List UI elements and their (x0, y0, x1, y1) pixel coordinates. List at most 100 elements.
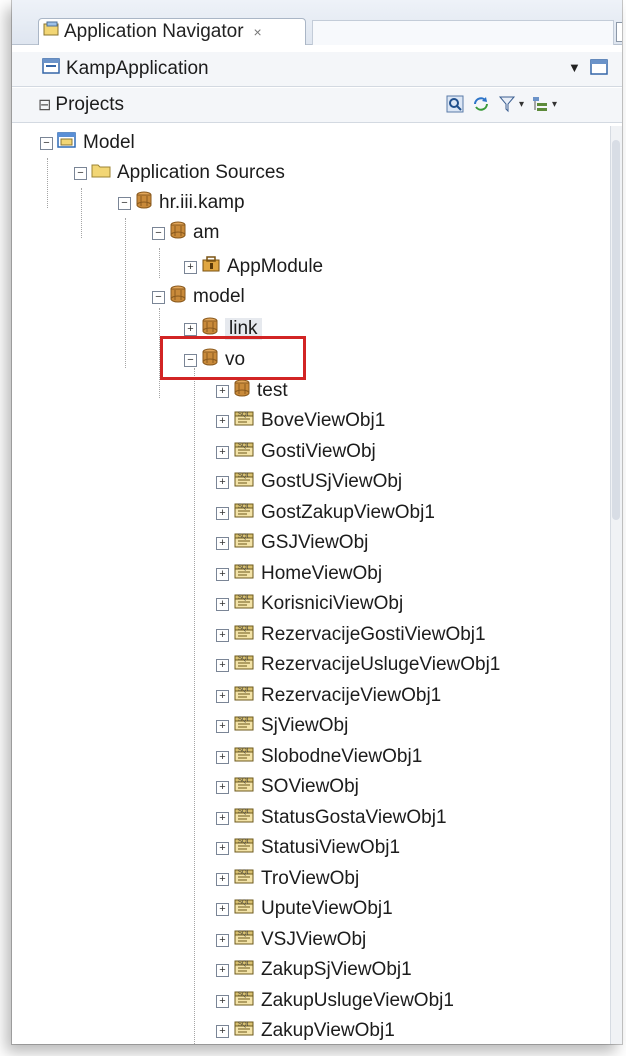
expand-toggle-icon[interactable]: + (216, 658, 229, 672)
collapse-toggle-icon[interactable]: − (40, 136, 53, 150)
expand-toggle-icon[interactable]: + (216, 536, 229, 550)
collapse-toggle-icon[interactable]: − (152, 290, 165, 304)
working-sets-icon[interactable] (530, 94, 550, 114)
tree-node-package-hr-iii-kamp[interactable]: − hr.iii.kamp (118, 188, 245, 218)
tree-node-view-object[interactable]: + SQL GostUSjViewObj (216, 467, 402, 497)
package-icon (135, 191, 153, 215)
view-object-label: GostUSjViewObj (261, 471, 403, 492)
view-object-icon: SQL (233, 440, 255, 464)
expand-toggle-icon[interactable]: + (216, 841, 229, 855)
filter-icon[interactable] (497, 94, 517, 114)
expand-toggle-icon[interactable]: + (216, 750, 229, 764)
tree-node-package-test[interactable]: + test (216, 376, 288, 406)
expand-toggle-icon[interactable]: + (184, 260, 197, 274)
minimize-icon[interactable] (616, 22, 622, 42)
svg-text:SQL: SQL (238, 778, 251, 784)
package-icon (169, 285, 187, 309)
search-icon[interactable] (445, 94, 465, 114)
view-object-icon: SQL (233, 745, 255, 769)
expand-toggle-icon[interactable]: + (216, 902, 229, 916)
application-icon (42, 57, 60, 81)
view-object-icon: SQL (233, 653, 255, 677)
tree-node-view-object[interactable]: + SQL RezervacijeViewObj1 (216, 681, 441, 711)
svg-text:SQL: SQL (238, 412, 251, 418)
expand-toggle-icon[interactable]: + (216, 994, 229, 1008)
view-object-icon: SQL (233, 958, 255, 982)
view-object-icon: SQL (233, 989, 255, 1013)
highlight-box-vo (160, 336, 306, 380)
view-object-label: SlobodneViewObj1 (261, 746, 423, 767)
tree-node-appmodule[interactable]: + AppModule (184, 252, 323, 282)
application-name: KampApplication (66, 58, 209, 79)
working-sets-dropdown-icon[interactable]: ▾ (552, 99, 557, 110)
close-icon[interactable]: × (254, 24, 262, 40)
tree-node-view-object[interactable]: + SQL RezervacijeGostiViewObj1 (216, 620, 486, 650)
collapse-icon[interactable]: ⊟ (38, 95, 51, 115)
tree-node-application-sources[interactable]: − Application Sources (74, 158, 285, 188)
tree-node-view-object[interactable]: + SQL ZakupUslugeViewObj1 (216, 986, 454, 1016)
svg-text:SQL: SQL (238, 900, 251, 906)
tree-node-view-object[interactable]: + SQL HomeViewObj (216, 559, 382, 589)
tree-node-view-object[interactable]: + SQL GSJViewObj (216, 528, 368, 558)
expand-toggle-icon[interactable]: + (216, 628, 229, 642)
expand-toggle-icon[interactable]: + (216, 567, 229, 581)
tree-node-view-object[interactable]: + SQL UputeViewObj1 (216, 894, 393, 924)
tree-node-view-object[interactable]: + SQL RezervacijeUslugeViewObj1 (216, 650, 500, 680)
tree-node-view-object[interactable]: + SQL BoveViewObj1 (216, 406, 385, 436)
tree-node-package-model[interactable]: − model (152, 282, 245, 312)
expand-toggle-icon[interactable]: + (216, 414, 229, 428)
expand-toggle-icon[interactable]: + (184, 322, 197, 336)
view-object-label: RezervacijeGostiViewObj1 (261, 624, 486, 645)
collapse-toggle-icon[interactable]: − (152, 226, 165, 240)
svg-text:SQL: SQL (238, 717, 251, 723)
svg-text:SQL: SQL (238, 656, 251, 662)
tree-node-model[interactable]: − Model (40, 128, 135, 158)
scrollbar-thumb[interactable] (612, 140, 620, 520)
view-object-label: VSJViewObj (261, 929, 367, 950)
chevron-down-icon[interactable]: ▼ (568, 60, 581, 75)
tree-node-view-object[interactable]: + SQL SlobodneViewObj1 (216, 742, 422, 772)
svg-text:SQL: SQL (238, 809, 251, 815)
expand-toggle-icon[interactable]: + (216, 689, 229, 703)
application-selector[interactable]: KampApplication ▼ (12, 52, 622, 87)
view-object-label: SjViewObj (261, 715, 349, 736)
expand-toggle-icon[interactable]: + (216, 963, 229, 977)
tree-node-view-object[interactable]: + SQL GostiViewObj (216, 437, 376, 467)
tab-bar: Application Navigator × (12, 0, 622, 45)
view-object-label: StatusiViewObj1 (261, 837, 401, 858)
view-object-label: KorisniciViewObj (261, 593, 404, 614)
collapse-toggle-icon[interactable]: − (74, 166, 87, 180)
tree-node-view-object[interactable]: + SQL GostZakupViewObj1 (216, 498, 435, 528)
expand-toggle-icon[interactable]: + (216, 811, 229, 825)
expand-toggle-icon[interactable]: + (216, 506, 229, 520)
tree-node-view-object[interactable]: + SQL StatusiViewObj1 (216, 833, 400, 863)
expand-toggle-icon[interactable]: + (216, 933, 229, 947)
tree-node-view-object[interactable]: + SQL StatusGostaViewObj1 (216, 803, 447, 833)
view-object-label: ZakupUslugeViewObj1 (261, 990, 454, 1011)
tree-node-view-object[interactable]: + SQL KorisniciViewObj (216, 589, 403, 619)
application-menu-icon[interactable] (590, 58, 610, 84)
expand-toggle-icon[interactable]: + (216, 719, 229, 733)
expand-toggle-icon[interactable]: + (216, 597, 229, 611)
expand-toggle-icon[interactable]: + (216, 445, 229, 459)
refresh-icon[interactable] (471, 94, 491, 114)
tree-node-view-object[interactable]: + SQL SjViewObj (216, 711, 348, 741)
tab-application-navigator[interactable]: Application Navigator × (38, 18, 306, 45)
expand-toggle-icon[interactable]: + (216, 475, 229, 489)
svg-text:SQL: SQL (238, 565, 251, 571)
view-object-label: GSJViewObj (261, 532, 369, 553)
expand-toggle-icon[interactable]: + (216, 384, 229, 398)
view-object-icon: SQL (233, 531, 255, 555)
tree-node-view-object[interactable]: + SQL ZakupSjViewObj1 (216, 955, 412, 985)
tree-node-view-object[interactable]: + SQL TroViewObj (216, 864, 359, 894)
tree-node-package-am[interactable]: − am (152, 218, 219, 248)
expand-toggle-icon[interactable]: + (216, 1024, 229, 1038)
view-object-icon: SQL (233, 684, 255, 708)
tree-node-view-object[interactable]: + SQL SOViewObj (216, 772, 359, 802)
tree-node-view-object[interactable]: + SQL ZakupViewObj1 (216, 1016, 395, 1044)
collapse-toggle-icon[interactable]: − (118, 196, 131, 210)
expand-toggle-icon[interactable]: + (216, 872, 229, 886)
expand-toggle-icon[interactable]: + (216, 780, 229, 794)
tree-node-view-object[interactable]: + SQL VSJViewObj (216, 925, 366, 955)
filter-dropdown-icon[interactable]: ▾ (519, 99, 524, 110)
